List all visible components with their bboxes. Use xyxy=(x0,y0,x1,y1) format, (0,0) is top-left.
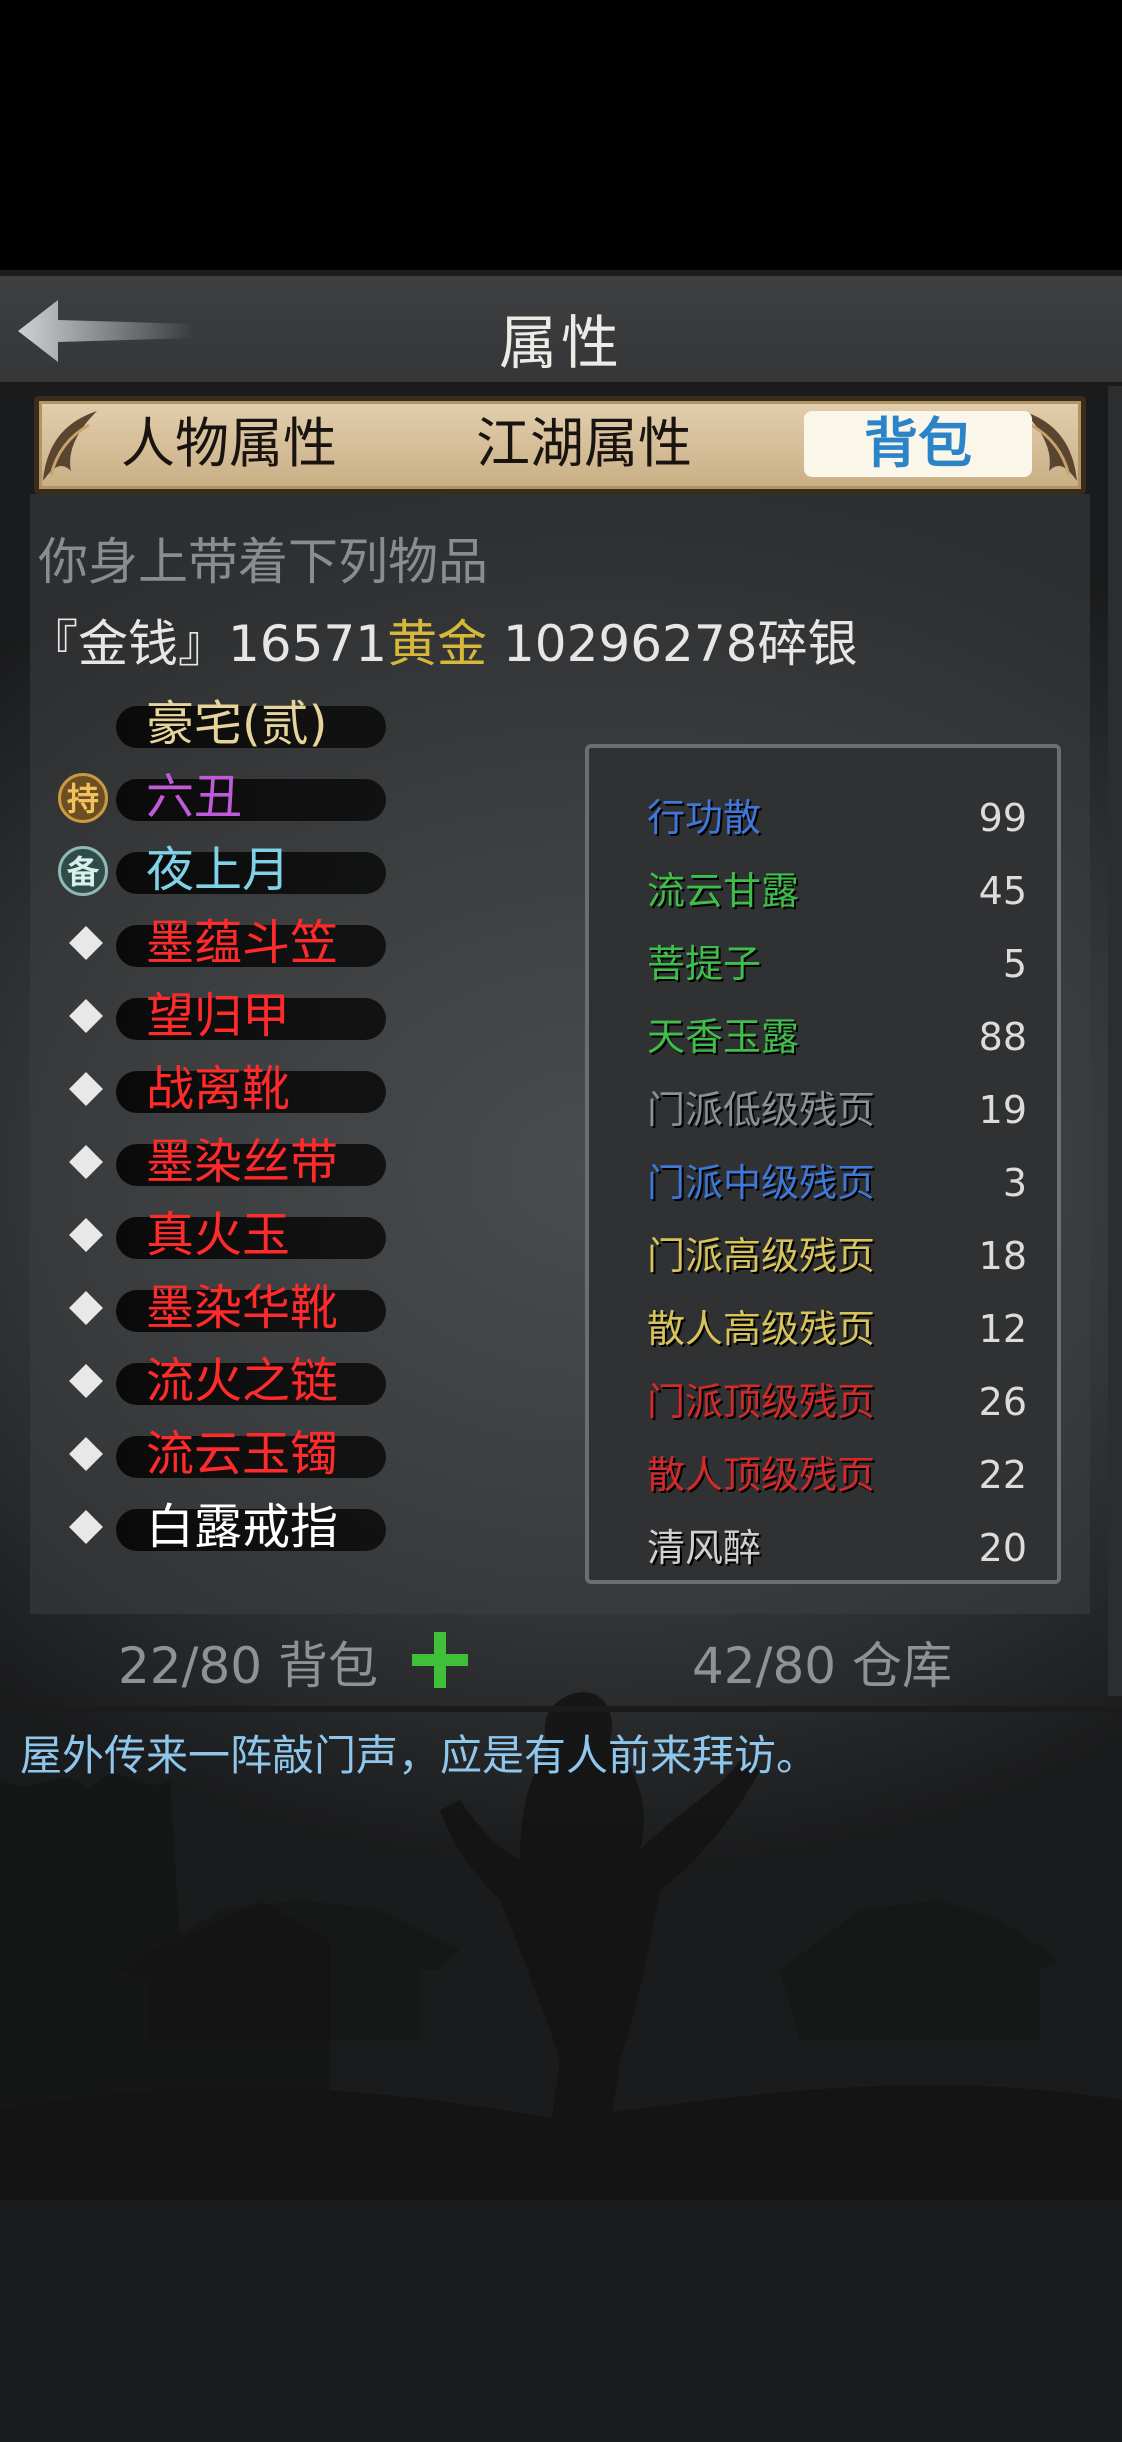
consumable-item[interactable]: 菩提子 5 xyxy=(647,934,1027,994)
consumable-count: 88 xyxy=(978,1015,1027,1059)
consumable-count: 20 xyxy=(978,1526,1027,1570)
equipment-name: 流云玉镯 xyxy=(146,1426,339,1482)
side-edge xyxy=(1108,276,1122,1696)
consumable-item[interactable]: 门派低级残页 19 xyxy=(647,1080,1027,1140)
consumable-item[interactable]: 天香玉露 88 xyxy=(647,1007,1027,1067)
consumable-name: 门派高级残页 xyxy=(647,1234,876,1278)
consumable-item[interactable]: 门派顶级残页 26 xyxy=(647,1372,1027,1432)
tab-jianghu-attributes[interactable]: 江湖属性 xyxy=(454,411,714,477)
equipment-item[interactable]: 备夜上月 xyxy=(50,840,390,900)
equipment-item[interactable]: 战离靴 xyxy=(50,1059,390,1119)
title-bar: 属性 xyxy=(0,276,1122,386)
consumable-count: 5 xyxy=(1002,942,1027,986)
equipment-name: 望归甲 xyxy=(146,988,291,1044)
equipment-name: 六丑 xyxy=(146,769,243,825)
tab-character-attributes[interactable]: 人物属性 xyxy=(99,411,359,477)
silver-unit: 碎银 xyxy=(757,615,858,673)
consumable-name: 散人高级残页 xyxy=(647,1307,876,1351)
money-prefix: 『金钱』 xyxy=(28,615,228,673)
consumable-item[interactable]: 散人高级残页 12 xyxy=(647,1299,1027,1359)
consumable-count: 3 xyxy=(1002,1161,1027,1205)
tab-bar: 人物属性 江湖属性 背包 xyxy=(34,396,1086,494)
equipped-diamond-icon xyxy=(69,1218,103,1252)
equipment-name: 战离靴 xyxy=(146,1061,291,1117)
equipment-item[interactable]: 流火之链 xyxy=(50,1351,390,1411)
page-title: 属性 xyxy=(498,309,623,377)
equipment-name: 流火之链 xyxy=(146,1353,339,1409)
consumable-item[interactable]: 散人顶级残页 22 xyxy=(647,1445,1027,1505)
equipment-item[interactable]: 真火玉 xyxy=(50,1205,390,1265)
equipped-diamond-icon xyxy=(69,1291,103,1325)
tab-ornament-left-icon xyxy=(43,411,97,481)
message-divider xyxy=(0,1706,1122,1712)
equipped-diamond-icon xyxy=(69,1072,103,1106)
held-weapon-badge: 持 xyxy=(58,773,108,823)
equipment-item[interactable]: 白露戒指 xyxy=(50,1497,390,1557)
consumable-item[interactable]: 清风醉 20 xyxy=(647,1518,1027,1578)
tab-backpack[interactable]: 背包 xyxy=(804,411,1032,477)
silver-amount: 10296278 xyxy=(502,615,758,673)
consumable-name: 门派中级残页 xyxy=(647,1161,876,1205)
consumable-name: 清风醉 xyxy=(647,1526,762,1570)
consumable-name: 行功散 xyxy=(647,796,762,840)
consumables-box: 行功散 99 流云甘露 45 菩提子 5 天香玉露 88 门派低级残页 19 门派中级残页 3 门派高级… xyxy=(585,744,1061,1584)
consumable-name: 门派低级残页 xyxy=(647,1088,876,1132)
consumable-count: 99 xyxy=(978,796,1027,840)
consumable-name: 天香玉露 xyxy=(647,1015,800,1059)
money-line: 『金钱』16571黄金 10296278碎银 xyxy=(28,604,857,676)
equipped-diamond-icon xyxy=(69,1364,103,1398)
consumable-count: 45 xyxy=(978,869,1027,913)
consumable-item[interactable]: 行功散 99 xyxy=(647,788,1027,848)
equipment-list: 豪宅(贰) 持六丑备夜上月 墨蕴斗笠 望归甲 战离靴 墨染丝带 真火玉 墨染华靴 流火之链 流云玉… xyxy=(50,694,390,1594)
consumable-count: 19 xyxy=(978,1088,1027,1132)
equipment-item[interactable]: 持六丑 xyxy=(50,767,390,827)
equipped-diamond-icon xyxy=(69,1510,103,1544)
consumable-item[interactable]: 流云甘露 45 xyxy=(647,861,1027,921)
inventory-heading: 你身上带着下列物品 xyxy=(38,533,488,591)
consumable-count: 12 xyxy=(978,1307,1027,1351)
consumable-name: 散人顶级残页 xyxy=(647,1453,876,1497)
equipment-name: 墨染华靴 xyxy=(146,1280,339,1336)
equipment-name: 墨蕴斗笠 xyxy=(146,915,339,971)
consumable-name: 门派顶级残页 xyxy=(647,1380,876,1424)
equipment-item[interactable]: 墨蕴斗笠 xyxy=(50,913,390,973)
equipment-item[interactable]: 墨染丝带 xyxy=(50,1132,390,1192)
equipment-name: 白露戒指 xyxy=(146,1499,339,1555)
equipment-name: 夜上月 xyxy=(146,842,291,898)
consumable-name: 流云甘露 xyxy=(647,869,800,913)
equipment-name: 墨染丝带 xyxy=(146,1134,339,1190)
equipment-name: 真火玉 xyxy=(146,1207,291,1263)
equipment-name: 豪宅(贰) xyxy=(146,696,328,752)
gold-unit: 黄金 xyxy=(387,615,488,673)
equipped-diamond-icon xyxy=(69,926,103,960)
consumable-name: 菩提子 xyxy=(647,942,762,986)
equipped-diamond-icon xyxy=(69,1437,103,1471)
gold-amount: 16571 xyxy=(228,615,388,673)
equipment-item[interactable]: 流云玉镯 xyxy=(50,1424,390,1484)
consumable-item[interactable]: 门派中级残页 3 xyxy=(647,1153,1027,1213)
equipment-item[interactable]: 豪宅(贰) xyxy=(50,694,390,754)
consumable-item[interactable]: 门派高级残页 18 xyxy=(647,1226,1027,1286)
equipped-diamond-icon xyxy=(69,999,103,1033)
spare-weapon-badge: 备 xyxy=(58,846,108,896)
equipment-item[interactable]: 墨染华靴 xyxy=(50,1278,390,1338)
consumable-count: 22 xyxy=(978,1453,1027,1497)
consumable-count: 26 xyxy=(978,1380,1027,1424)
equipment-item[interactable]: 望归甲 xyxy=(50,986,390,1046)
consumable-count: 18 xyxy=(978,1234,1027,1278)
equipped-diamond-icon xyxy=(69,1145,103,1179)
event-message: 屋外传来一阵敲门声，应是有人前来拜访。 xyxy=(20,1731,819,1780)
